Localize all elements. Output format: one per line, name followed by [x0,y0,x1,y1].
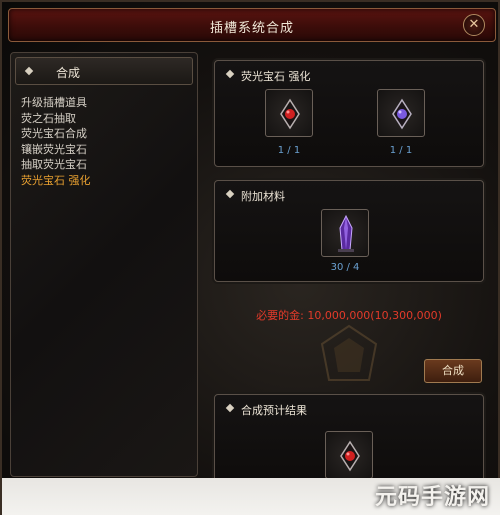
diamond-bullet-icon [225,69,235,79]
purple-gem-icon [392,98,412,130]
gem-enhance-panel: 荧光宝石 强化 1 / 1 1 / 1 [214,60,484,167]
menu-item-upgrade-slot-item[interactable]: 升级插槽道具 [21,95,91,111]
gem-slot-1-count: 1 / 1 [277,145,301,156]
menu-item-gem-extract[interactable]: 抽取荧光宝石 [21,157,91,173]
synthesis-menu: 升级插槽道具 荧之石抽取 荧光宝石合成 镶嵌荧光宝石 抽取荧光宝石 荧光宝石 强… [21,95,91,188]
emblem-icon [320,324,378,381]
synthesis-window: 插槽系统合成 ✕ 合成 升级插槽道具 荧之石抽取 荧光宝石合成 镶嵌荧光宝石 抽… [0,0,500,515]
close-icon: ✕ [468,17,480,32]
gem-panel-title: 荧光宝石 强化 [241,70,311,83]
gem-slot-2-count: 1 / 1 [389,145,413,156]
gem-slot-2[interactable] [377,89,425,137]
result-slot [325,431,373,479]
watermark-text: 元码手游网 [374,485,490,510]
left-panel-header: 合成 [15,57,193,85]
material-slot[interactable] [321,209,369,257]
material-panel: 附加材料 30 / 4 [214,180,484,282]
diamond-bullet-icon [225,189,235,199]
diamond-bullet-icon [225,403,235,413]
left-panel-title: 合成 [56,66,81,80]
title-bar: 插槽系统合成 ✕ [8,8,496,42]
menu-item-gem-socket[interactable]: 镶嵌荧光宝石 [21,142,91,158]
combine-button[interactable]: 合成 [424,359,482,383]
menu-item-fluorite-extract[interactable]: 荧之石抽取 [21,111,91,127]
menu-item-gem-enhance[interactable]: 荧光宝石 强化 [21,173,91,189]
red-gem-icon [340,440,360,472]
diamond-bullet-icon [24,66,34,76]
purple-crystal-icon [338,214,354,252]
required-gold: 必要的金: 10,000,000(10,300,000) [214,307,484,323]
red-gem-icon [280,98,300,130]
material-slot-count: 30 / 4 [330,262,360,273]
result-panel: 合成预计结果 [214,394,484,484]
left-menu-panel: 合成 升级插槽道具 荧之石抽取 荧光宝石合成 镶嵌荧光宝石 抽取荧光宝石 荧光宝… [10,52,198,477]
material-panel-title: 附加材料 [241,190,285,203]
close-button[interactable]: ✕ [463,14,485,36]
menu-item-gem-combine[interactable]: 荧光宝石合成 [21,126,91,142]
window-title: 插槽系统合成 [209,21,294,36]
result-panel-title: 合成预计结果 [241,404,307,417]
required-gold-value: 10,000,000(10,300,000) [307,309,442,322]
gem-slot-1[interactable] [265,89,313,137]
required-gold-label: 必要的金: [256,309,304,322]
